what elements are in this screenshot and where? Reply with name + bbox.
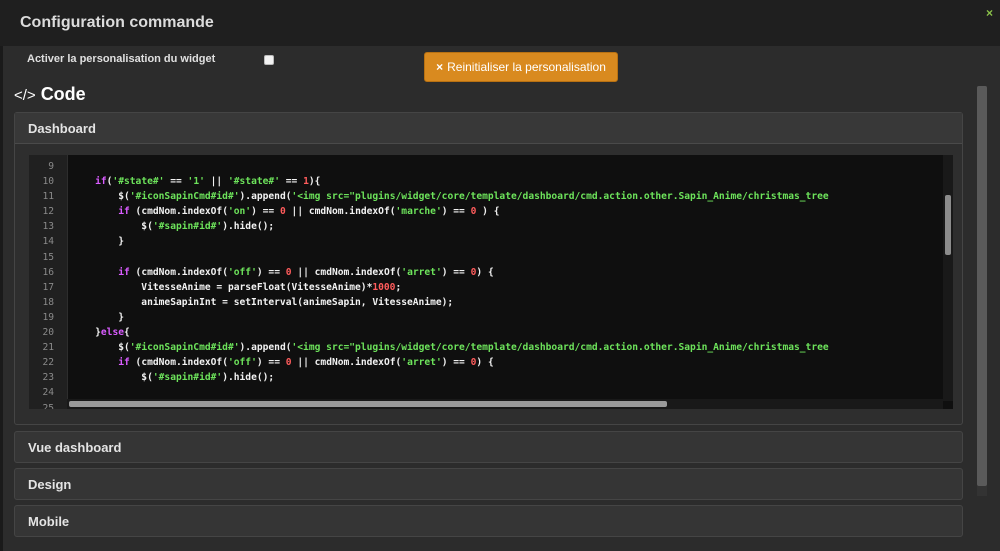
code-text: if (cmdNom.indexOf('on') == 0 || cmdNom.…	[118, 206, 500, 218]
panel-vue-dashboard-title: Vue dashboard	[28, 440, 122, 455]
code-editor[interactable]: 9 10 if('#state#' == '1' || '#state#' == …	[29, 155, 953, 409]
code-text: $('#iconSapinCmd#id#').append('<img src=…	[72, 342, 829, 354]
code-text: $('#sapin#id#').hide();	[72, 221, 275, 233]
modal-body: Activer la personalisation du widget × Re…	[0, 46, 1000, 551]
code-text: animeSapinInt = setInterval(animeSapin, …	[72, 296, 454, 308]
code-text: VitesseAnime = parseFloat(VitesseAnime)*…	[72, 281, 402, 293]
code-line: 10 if('#state#' == '1' || '#state#' == 1…	[29, 174, 953, 189]
code-icon: </>	[14, 87, 36, 104]
code-text: if('#state#' == '1' || '#state#' == 1){	[95, 176, 321, 188]
panel-dashboard-header[interactable]: Dashboard	[15, 113, 962, 144]
line-number: 23	[42, 372, 54, 384]
code-line: 15	[29, 250, 953, 265]
panel-vue-dashboard[interactable]: Vue dashboard	[14, 431, 963, 463]
code-line: 13 $('#sapin#id#').hide();	[29, 219, 953, 234]
panel-mobile-title: Mobile	[28, 514, 70, 529]
activate-personalisation-checkbox[interactable]	[264, 55, 274, 65]
code-line: 16 if (cmdNom.indexOf('off') == 0 || cmd…	[29, 265, 953, 280]
reset-personalisation-button[interactable]: × Reinitialiser la personalisation	[424, 52, 618, 82]
code-section-heading: </> Code	[14, 84, 86, 105]
close-icon: ×	[436, 60, 444, 74]
code-line: 20 }else{	[29, 325, 953, 340]
code-line: 11 $('#iconSapinCmd#id#').append('<img s…	[29, 189, 953, 204]
code-text: if (cmdNom.indexOf('off') == 0 || cmdNom…	[118, 357, 494, 369]
close-icon[interactable]: ×	[986, 6, 993, 20]
editor-vertical-scroll-thumb[interactable]	[945, 195, 951, 255]
code-text: $('#sapin#id#').hide();	[72, 372, 275, 384]
line-number: 16	[42, 266, 54, 278]
modal-vertical-scrollbar[interactable]	[977, 86, 987, 496]
panel-dashboard-title: Dashboard	[28, 121, 96, 136]
line-number: 15	[42, 251, 54, 263]
left-edge-divider	[0, 46, 3, 551]
line-number: 9	[48, 161, 54, 172]
line-number: 20	[42, 327, 54, 339]
panel-mobile[interactable]: Mobile	[14, 505, 963, 537]
line-number: 22	[42, 357, 54, 369]
line-number: 14	[42, 236, 54, 248]
panel-design[interactable]: Design	[14, 468, 963, 500]
code-lines: 9 10 if('#state#' == '1' || '#state#' == …	[29, 159, 953, 409]
panel-design-title: Design	[28, 477, 72, 492]
line-number: 21	[42, 342, 54, 354]
line-number: 10	[42, 176, 54, 188]
code-text: $('#iconSapinCmd#id#').append('<img src=…	[72, 191, 829, 203]
code-line: 23 $('#sapin#id#').hide();	[29, 370, 953, 385]
editor-horizontal-scroll-thumb[interactable]	[69, 401, 667, 407]
code-line: 21 $('#iconSapinCmd#id#').append('<img s…	[29, 340, 953, 355]
line-number: 18	[42, 296, 54, 308]
reset-personalisation-label: Reinitialiser la personalisation	[447, 60, 606, 74]
code-line: 14 }	[29, 234, 953, 249]
activate-personalisation-label: Activer la personalisation du widget	[27, 53, 216, 65]
code-line: 19 }	[29, 310, 953, 325]
panel-dashboard: Dashboard 9 10 if('#state#' == '1' || '#s…	[14, 112, 963, 425]
line-number: 12	[42, 206, 54, 218]
code-line: 18 animeSapinInt = setInterval(animeSapi…	[29, 295, 953, 310]
line-number: 17	[42, 281, 54, 293]
code-line: 9	[29, 159, 953, 174]
editor-vertical-scrollbar[interactable]	[943, 155, 953, 401]
line-number: 25	[42, 402, 54, 410]
line-number: 11	[42, 191, 54, 203]
code-text: }	[72, 311, 124, 323]
line-number: 24	[42, 387, 54, 399]
code-text: }else{	[72, 327, 130, 339]
line-number: 19	[42, 311, 54, 323]
code-line: 22 if (cmdNom.indexOf('off') == 0 || cmd…	[29, 355, 953, 370]
code-text: }	[72, 236, 124, 248]
line-number: 13	[42, 221, 54, 233]
code-section-title: Code	[40, 84, 86, 104]
code-line: 12 if (cmdNom.indexOf('on') == 0 || cmdN…	[29, 204, 953, 219]
code-line: 17 VitesseAnime = parseFloat(VitesseAnim…	[29, 280, 953, 295]
modal-header: Configuration commande ×	[0, 0, 1000, 47]
modal-title: Configuration commande	[20, 14, 214, 31]
code-text: if (cmdNom.indexOf('off') == 0 || cmdNom…	[118, 266, 494, 278]
modal-scroll-thumb[interactable]	[977, 86, 987, 486]
editor-horizontal-scrollbar[interactable]	[67, 399, 943, 409]
